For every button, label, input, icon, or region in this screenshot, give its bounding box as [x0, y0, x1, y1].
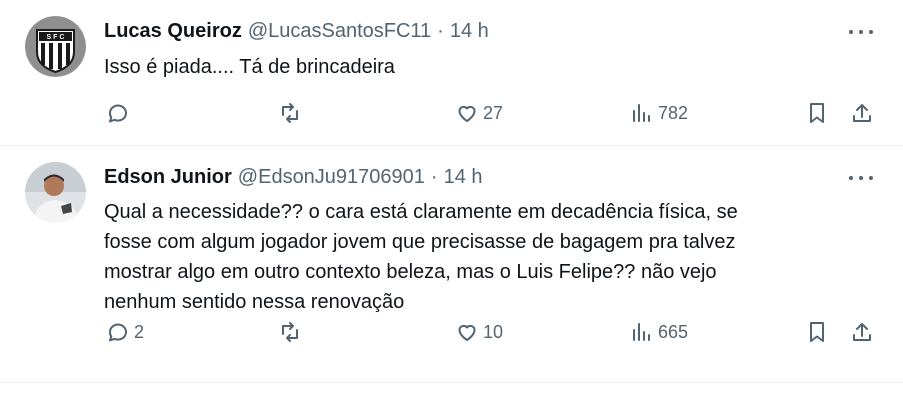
separator-dot: ·: [437, 20, 444, 42]
more-options-icon[interactable]: [849, 22, 873, 42]
reply-count: 2: [134, 321, 145, 342]
reply-button[interactable]: 2: [106, 317, 144, 347]
reply-button[interactable]: [106, 98, 134, 128]
bookmark-button[interactable]: [805, 98, 829, 128]
share-icon: [853, 323, 871, 341]
timestamp[interactable]: 14 h: [444, 166, 483, 189]
views-icon: [633, 104, 650, 122]
display-name[interactable]: Edson Junior: [104, 166, 232, 189]
views-button[interactable]: 665: [630, 317, 688, 347]
user-handle[interactable]: @EdsonJu91706901: [238, 166, 425, 189]
views-button[interactable]: 782: [630, 98, 688, 128]
tweet-text: Qual a necessidade?? o cara está clarame…: [104, 201, 738, 313]
svg-text:S F C: S F C: [47, 34, 65, 41]
action-bar: 27 782: [0, 98, 903, 128]
bookmark-icon: [810, 322, 824, 342]
heart-icon: [458, 324, 476, 341]
like-count: 10: [483, 321, 504, 342]
share-button[interactable]: [850, 98, 874, 128]
views-icon: [633, 323, 650, 341]
bookmark-icon: [810, 103, 824, 123]
action-bar: 2 10 665: [0, 317, 903, 347]
retweet-button[interactable]: [278, 317, 306, 347]
bookmark-button[interactable]: [805, 317, 829, 347]
tweet-header: Edson Junior @EdsonJu91706901 · 14 h: [104, 166, 483, 189]
separator-dot: ·: [430, 166, 438, 188]
more-options-icon[interactable]: [849, 168, 873, 188]
santos-crest-icon: S F C: [25, 16, 86, 77]
share-button[interactable]: [850, 317, 874, 347]
timestamp[interactable]: 14 h: [450, 20, 489, 43]
like-count: 27: [483, 102, 504, 123]
tweet-text: Isso é piada.... Tá de brincadeira: [104, 56, 395, 78]
retweet-icon: [282, 103, 298, 123]
retweet-button[interactable]: [278, 98, 306, 128]
avatar[interactable]: S F C: [25, 16, 86, 77]
avatar[interactable]: [25, 162, 86, 223]
person-photo-icon: [25, 162, 86, 223]
reply-icon: [109, 323, 127, 342]
retweet-icon: [282, 322, 298, 342]
like-button[interactable]: 27: [455, 98, 503, 128]
tweet-header: Lucas Queiroz @LucasSantosFC11 · 14 h: [104, 20, 489, 43]
like-button[interactable]: 10: [455, 317, 503, 347]
view-count: 782: [658, 102, 689, 123]
reply-icon: [109, 104, 127, 123]
view-count: 665: [658, 321, 689, 342]
share-icon: [853, 104, 871, 122]
heart-icon: [458, 105, 476, 122]
tweet[interactable]: S F C Lucas Queiroz @LucasSantosFC11 · 1…: [0, 0, 903, 146]
tweet[interactable]: Edson Junior @EdsonJu91706901 · 14 h Qua…: [0, 146, 903, 383]
user-handle[interactable]: @LucasSantosFC11: [248, 20, 431, 43]
display-name[interactable]: Lucas Queiroz: [104, 20, 242, 43]
